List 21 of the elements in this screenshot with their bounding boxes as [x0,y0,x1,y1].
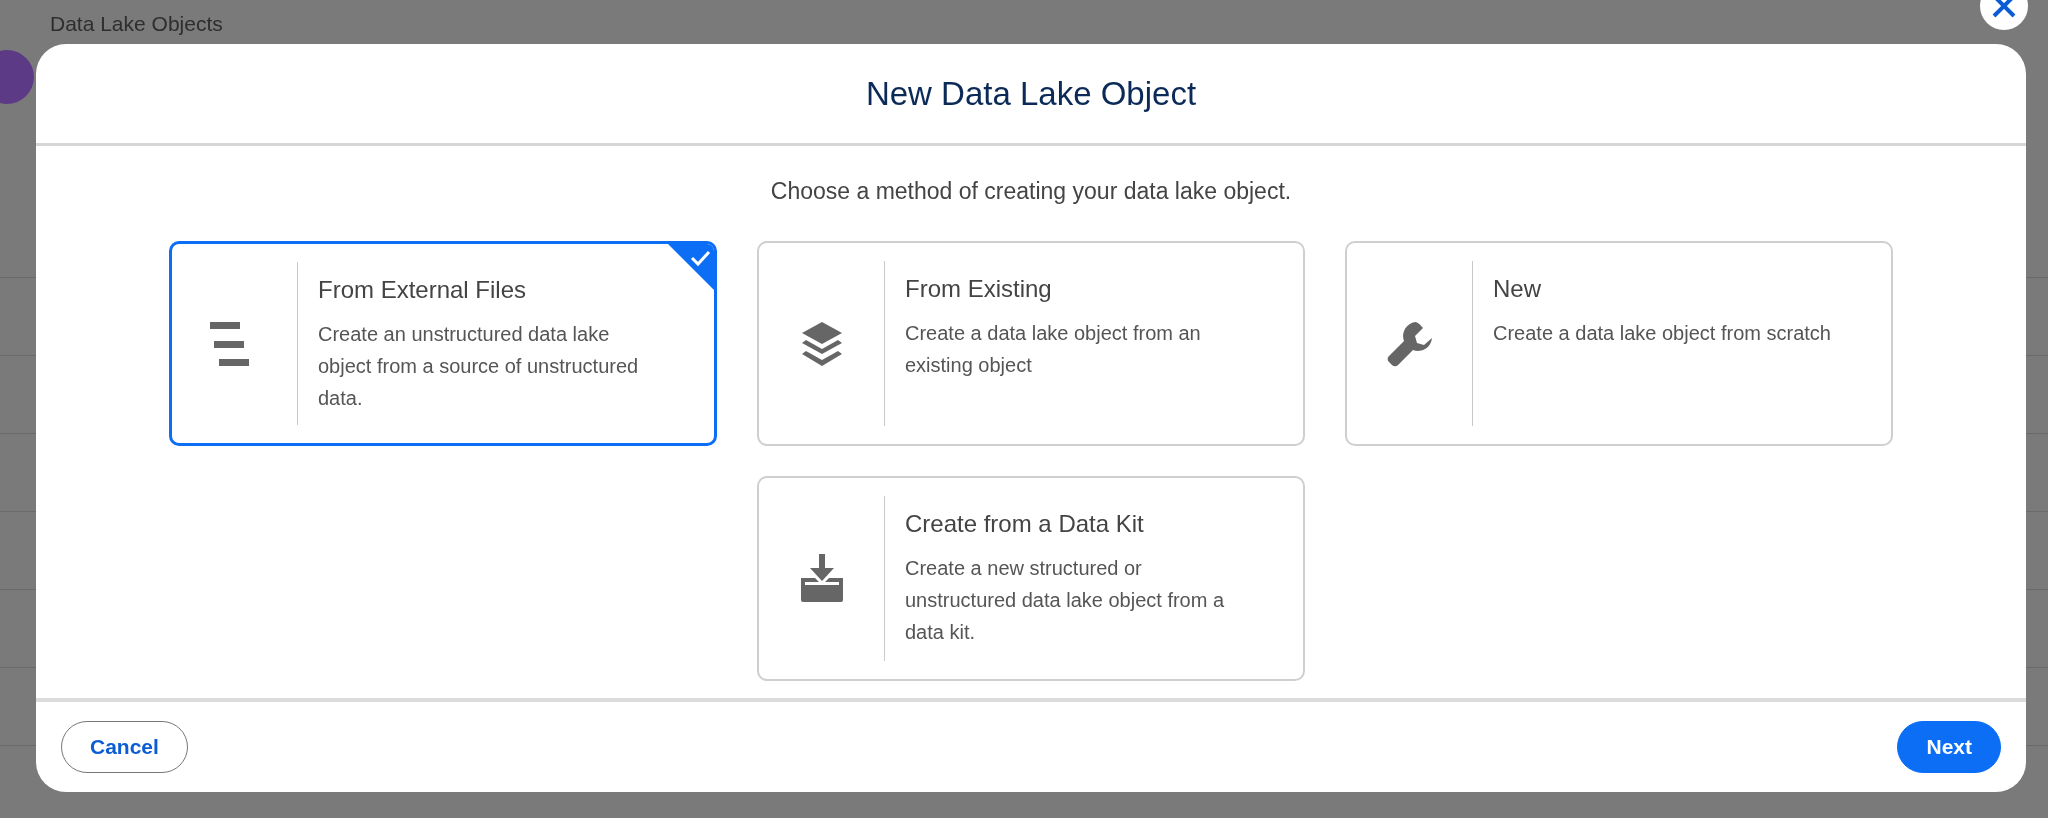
option-description: Create a data lake object from scratch [1493,321,1832,346]
cancel-button[interactable]: Cancel [61,721,188,773]
next-button[interactable]: Next [1897,721,2001,773]
modal-subtitle: Choose a method of creating your data lake object. [770,178,1292,205]
option-description: Create a new structured or unstructured data lake object from a data kit. [905,556,1226,645]
option-card[interactable]: From External Files Create an unstructured data lake object from a source of unstructured data. [169,241,717,446]
download-tray-icon [798,553,845,604]
option-card[interactable]: From Existing Create a data lake object from an existing object [757,241,1305,446]
option-title: From Existing [905,275,1053,303]
option-card[interactable]: Create from a Data Kit Create a new structured or unstructured data lake object from a data kit. [757,476,1305,681]
option-title: New [1493,275,1542,303]
close-icon [1991,0,2017,19]
option-description: Create a data lake object from an existing object [905,321,1202,378]
option-title: From External Files [318,276,528,304]
modal-title: New Data Lake Object [865,74,1197,113]
page-title: Data Lake Objects [50,12,223,36]
check-corner-icon [668,244,714,290]
option-title: Create from a Data Kit [905,510,1145,538]
option-card[interactable]: New Create a data lake object from scratch [1345,241,1893,446]
wrench-icon [1385,319,1434,368]
option-description: Create an unstructured data lake object from a source of unstructured data. [318,322,640,411]
